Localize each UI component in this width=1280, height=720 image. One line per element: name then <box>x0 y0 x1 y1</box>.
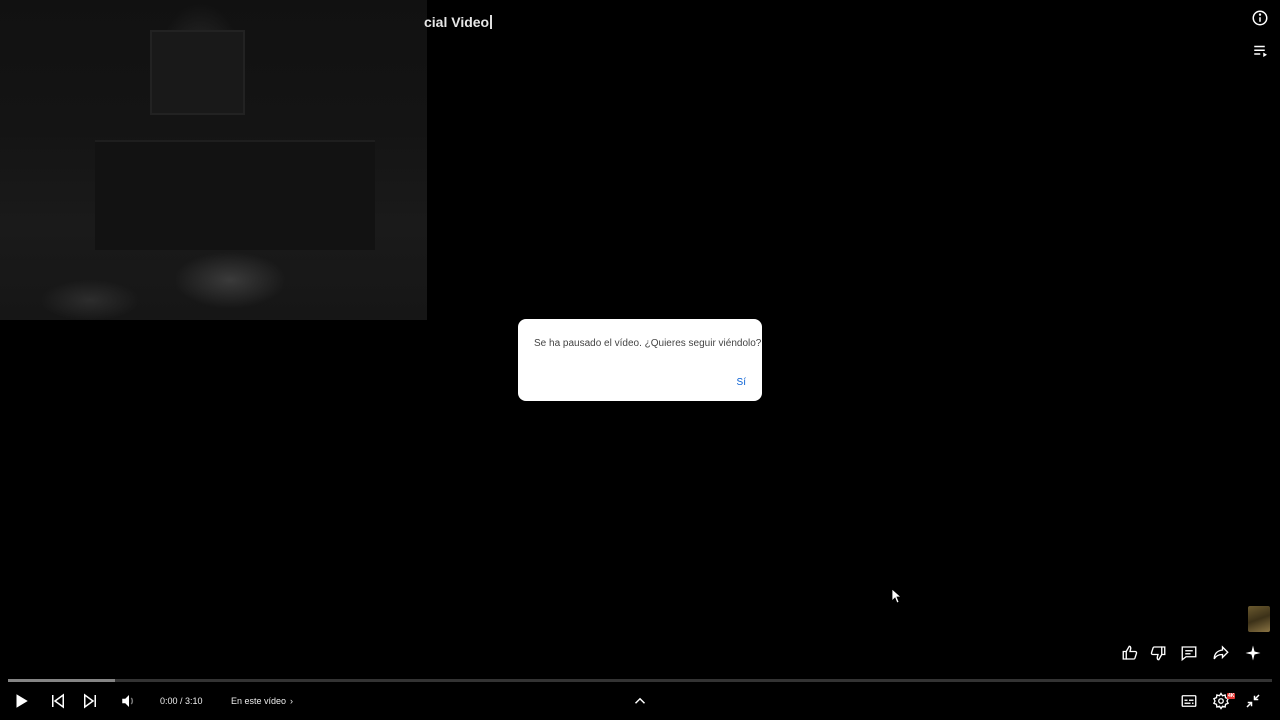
thumbs-down-icon[interactable] <box>1149 644 1167 662</box>
continue-watching-dialog: Se ha pausado el vídeo. ¿Quieres seguir … <box>518 319 762 401</box>
bed-silhouette <box>95 140 375 250</box>
picture-frame <box>150 30 245 115</box>
subtitles-icon[interactable] <box>1180 692 1198 710</box>
progress-buffered <box>8 679 116 682</box>
volume-icon[interactable] <box>120 692 138 710</box>
channel-avatar[interactable] <box>1248 606 1270 632</box>
play-icon[interactable] <box>12 692 30 710</box>
playlist-icon[interactable] <box>1252 42 1270 60</box>
chevron-right-icon: › <box>290 696 294 706</box>
chapter-label: En este vídeo <box>231 696 287 706</box>
progress-bar[interactable] <box>8 679 1272 682</box>
video-title: cial Video <box>424 14 492 30</box>
next-icon[interactable] <box>81 692 99 710</box>
chevron-up-icon[interactable] <box>631 692 649 710</box>
dialog-message: Se ha pausado el vídeo. ¿Quieres seguir … <box>534 338 762 349</box>
share-icon[interactable] <box>1212 644 1230 662</box>
video-thumbnail <box>0 0 427 320</box>
previous-icon[interactable] <box>49 692 67 710</box>
comments-icon[interactable] <box>1180 644 1198 662</box>
sparkle-icon[interactable] <box>1244 644 1262 662</box>
chapter-button[interactable]: En este vídeo › <box>231 696 293 706</box>
confirm-button[interactable]: Sí <box>737 377 746 388</box>
thumbs-up-icon[interactable] <box>1121 644 1139 662</box>
quality-badge: 4K <box>1227 693 1236 699</box>
time-display: 0:00 / 3:10 <box>160 696 203 706</box>
exit-fullscreen-icon[interactable] <box>1244 692 1262 710</box>
info-icon[interactable] <box>1251 9 1269 27</box>
mouse-cursor-icon <box>892 589 902 604</box>
